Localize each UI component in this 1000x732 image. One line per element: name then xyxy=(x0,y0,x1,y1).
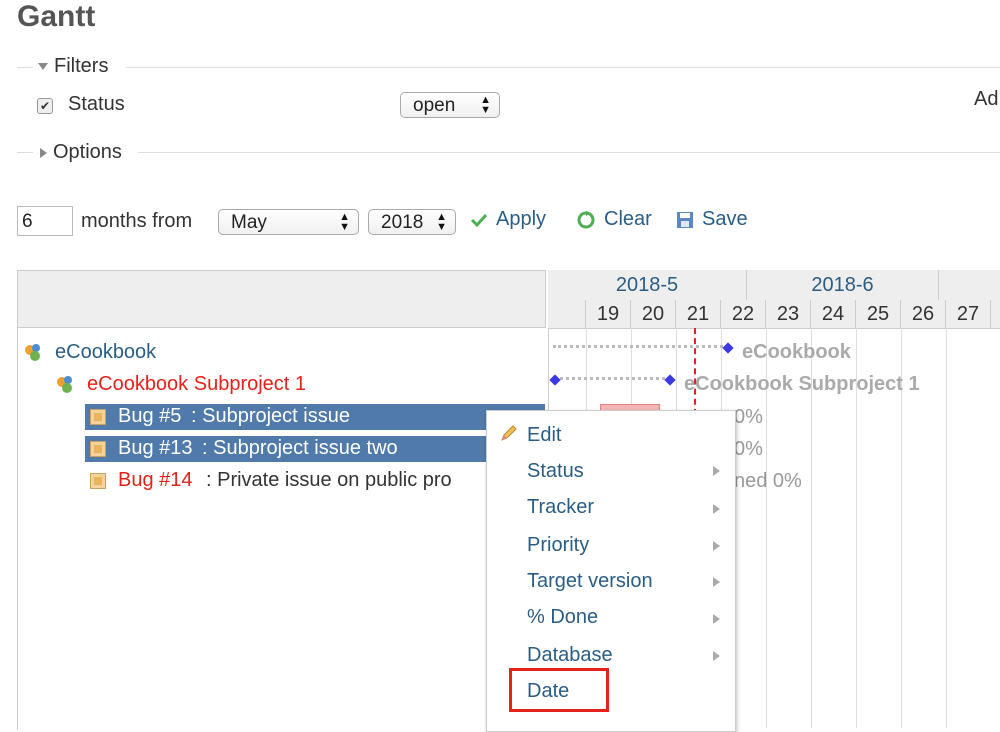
filters-divider-right xyxy=(126,67,1000,68)
day-header-cell: 23 xyxy=(766,300,811,328)
day-header-cell: 21 xyxy=(676,300,721,328)
months-from-label: months from xyxy=(81,210,193,232)
day-header-cell: 20 xyxy=(631,300,676,328)
menu-item-status[interactable]: Status xyxy=(527,460,584,483)
menu-item-tracker[interactable]: Tracker xyxy=(527,496,594,519)
menu-item-priority[interactable]: Priority xyxy=(527,534,589,557)
submenu-arrow-icon xyxy=(713,504,720,514)
submenu-arrow-icon xyxy=(713,466,720,476)
expand-triangle-icon xyxy=(40,147,47,158)
clear-label: Clear xyxy=(604,208,652,230)
bug-icon xyxy=(90,473,106,489)
project-bar xyxy=(553,345,728,351)
day-header-cell: 22 xyxy=(721,300,766,328)
filters-divider xyxy=(17,67,33,68)
issue-tracker-id[interactable]: Bug #13 xyxy=(118,437,193,460)
date-highlight-box xyxy=(509,668,609,712)
month-header-cell: 2018-6 xyxy=(747,270,939,300)
issue-row-selected[interactable]: Bug #13 : Subproject issue two xyxy=(85,436,545,462)
submenu-arrow-icon xyxy=(713,541,720,551)
reload-icon xyxy=(577,210,595,228)
project-bar-label: eCookbook xyxy=(742,341,851,363)
year-select-value: 2018 xyxy=(381,212,424,233)
gantt-month-header: 2018-5 2018-6 xyxy=(548,270,1000,301)
status-operator-select[interactable]: open ▲ ▼ xyxy=(400,92,500,118)
year-select[interactable]: 2018 ▲ ▼ xyxy=(368,209,456,235)
gantt-day-header: 19 20 21 22 23 24 25 26 27 xyxy=(548,300,1000,329)
collapse-triangle-icon xyxy=(38,63,48,70)
options-divider-right xyxy=(138,152,1000,153)
day-header-cell: 25 xyxy=(856,300,901,328)
apply-button[interactable]: Apply xyxy=(470,208,546,231)
month-select-value: May xyxy=(231,212,267,233)
page-title: Gantt xyxy=(17,0,96,33)
filters-toggle[interactable]: Filters xyxy=(38,55,108,78)
bug-icon xyxy=(90,441,106,457)
floppy-disk-icon xyxy=(677,211,693,228)
apply-label: Apply xyxy=(496,208,547,230)
checkmark-icon xyxy=(470,213,488,227)
submenu-arrow-icon xyxy=(713,651,720,661)
day-header-cell xyxy=(548,300,586,328)
day-header-cell: 19 xyxy=(586,300,631,328)
status-filter-label: Status xyxy=(68,93,125,115)
issue-subject: : Private issue on public pro xyxy=(206,469,452,491)
bug-icon xyxy=(90,409,106,425)
menu-item-database[interactable]: Database xyxy=(527,644,613,667)
month-select[interactable]: May ▲ ▼ xyxy=(218,209,359,235)
select-arrows-icon: ▲ ▼ xyxy=(480,94,491,116)
clear-button[interactable]: Clear xyxy=(576,208,652,231)
status-operator-value: open xyxy=(413,95,456,116)
project-icon xyxy=(57,376,72,393)
months-value: 6 xyxy=(22,211,33,232)
submenu-arrow-icon xyxy=(713,577,720,587)
subproject-bar xyxy=(555,377,670,383)
bug5-percent-label: 0% xyxy=(734,406,763,428)
select-arrows-icon: ▲ ▼ xyxy=(339,211,350,233)
issue-subject: : Subproject issue two xyxy=(202,437,398,459)
issue-tracker-id[interactable]: Bug #5 xyxy=(118,405,181,428)
bug14-status-label: ned 0% xyxy=(734,470,802,492)
save-button[interactable]: Save xyxy=(676,208,748,231)
months-input[interactable]: 6 xyxy=(17,206,73,236)
issue-tracker-id[interactable]: Bug #14 xyxy=(118,469,193,492)
menu-item-percent-done[interactable]: % Done xyxy=(527,606,598,629)
filters-legend: Filters xyxy=(54,55,109,77)
month-header-cell: 2018-5 xyxy=(548,270,747,300)
day-gridline xyxy=(946,328,947,728)
subproject-row-link[interactable]: eCookbook Subproject 1 xyxy=(87,373,306,396)
gantt-subjects-panel xyxy=(17,270,548,730)
options-legend: Options xyxy=(53,141,122,163)
add-filter-label: Ad xyxy=(974,88,999,110)
status-filter-checkbox[interactable]: ✔ xyxy=(37,98,53,114)
menu-item-edit[interactable]: Edit xyxy=(527,424,561,447)
issue-row-selected[interactable]: Bug #5 : Subproject issue xyxy=(85,404,545,430)
menu-item-target-version[interactable]: Target version xyxy=(527,570,653,593)
day-header-cell: 24 xyxy=(811,300,856,328)
day-header-cell: 27 xyxy=(946,300,991,328)
options-toggle[interactable]: Options xyxy=(40,141,122,164)
day-header-cell: 26 xyxy=(901,300,946,328)
issue-subject: : Subproject issue xyxy=(191,405,350,427)
submenu-arrow-icon xyxy=(713,614,720,624)
pencil-icon xyxy=(501,425,517,441)
gantt-subjects-header xyxy=(17,270,546,328)
project-row-link[interactable]: eCookbook xyxy=(55,341,156,364)
select-arrows-icon: ▲ ▼ xyxy=(436,211,447,233)
project-icon xyxy=(25,344,40,361)
options-divider xyxy=(17,152,33,153)
save-label: Save xyxy=(702,208,748,230)
bug13-percent-label: 0% xyxy=(734,438,763,460)
subproject-bar-label: eCookbook Subproject 1 xyxy=(684,373,920,395)
